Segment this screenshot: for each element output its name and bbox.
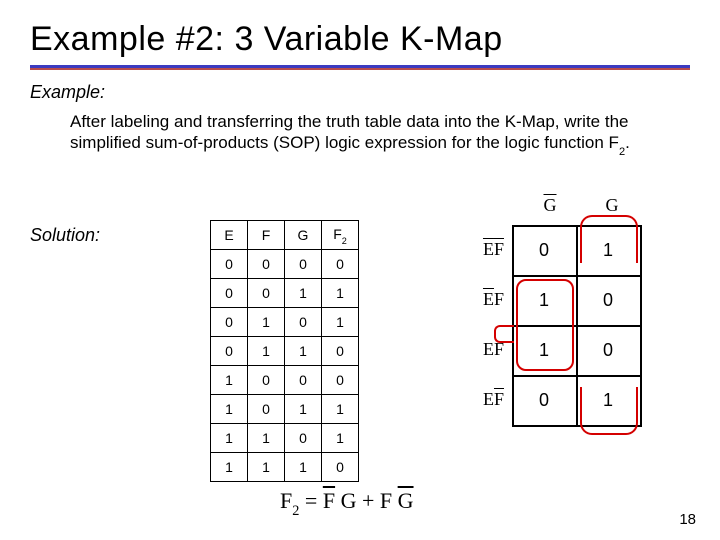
kmap-row-0: EF	[432, 225, 504, 274]
kmap-group-ring	[516, 279, 574, 371]
page-number: 18	[679, 511, 696, 528]
table-header-row: E F G F2	[211, 221, 359, 250]
th-G: G	[285, 221, 322, 250]
table-row: 0011	[211, 279, 359, 308]
solution-label: Solution:	[30, 225, 100, 246]
kmap-cell: 0	[576, 325, 640, 375]
kmap-group-ring	[580, 387, 638, 435]
table-row: 1101	[211, 424, 359, 453]
th-F2: F2	[322, 221, 359, 250]
th-E: E	[211, 221, 248, 250]
slide: Example #2: 3 Variable K-Map Example: Af…	[0, 0, 720, 540]
table-row: 1110	[211, 453, 359, 482]
truth-table: E F G F2 0000 0011 0101 0110 1000 1011 1…	[210, 220, 359, 482]
kmap-row-3: EF	[432, 375, 504, 424]
table-row: 0101	[211, 308, 359, 337]
body-text-pre: After labeling and transferring the trut…	[70, 112, 629, 152]
kmap-cell: 0	[512, 375, 576, 425]
kmap-col-gbar: G	[520, 195, 580, 216]
kmap-group-ring	[580, 215, 638, 263]
th-F: F	[248, 221, 285, 250]
body-text: After labeling and transferring the trut…	[70, 111, 680, 157]
body-text-sub: 2	[619, 146, 625, 158]
table-row: 0000	[211, 250, 359, 279]
kmap-cell: 0	[576, 275, 640, 325]
example-label: Example:	[30, 82, 690, 103]
table-row: 0110	[211, 337, 359, 366]
table-row: 1000	[211, 366, 359, 395]
title-rule	[30, 65, 690, 70]
solution-equation: F2 = F G + F G	[280, 488, 414, 518]
kmap-cell: 0	[512, 225, 576, 275]
kmap-group-ring	[494, 325, 514, 343]
table-row: 1011	[211, 395, 359, 424]
body-text-post: .	[625, 133, 630, 152]
kmap-col-g: G	[582, 195, 642, 216]
page-title: Example #2: 3 Variable K-Map	[30, 20, 690, 59]
kmap-row-1: EF	[432, 275, 504, 324]
